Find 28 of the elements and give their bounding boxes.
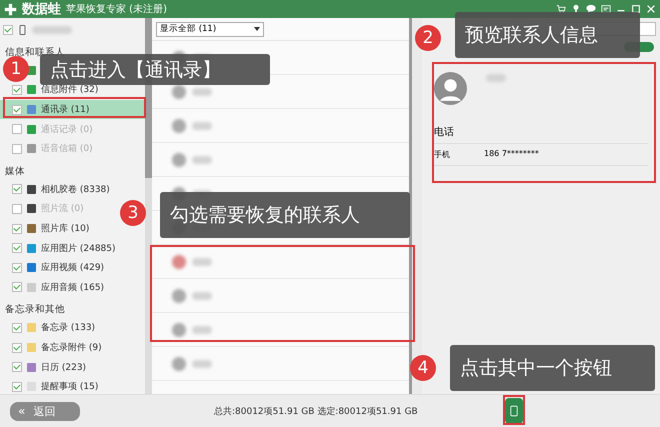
instruction-tooltip: 点击进入【通讯录】 [40,54,270,85]
app-logo-text: 数据蛙 [22,1,61,18]
instruction-tooltip: 勾选需要恢复的联系人 [160,192,410,238]
item-label: 通话记录 (0) [41,124,93,136]
item-label: 通讯录 (11) [41,104,90,116]
status-text: 总共:80012项51.91 GB 选定:80012项51.91 GB [214,406,418,418]
item-label: 备忘录 (133) [41,321,96,334]
step-number-tooltip: 2 [415,25,441,51]
window-title: 苹果恢复专家 (未注册) [66,2,167,16]
item-label: 应用图片 (24885) [41,242,116,255]
instruction-tooltip: 预览联系人信息 [455,12,640,58]
item-label: 应用音频 (165) [41,282,104,294]
item-label: 应用视频 (429) [41,262,104,274]
section-title: 电话 [434,125,648,144]
step-number-tooltip: 4 [410,355,436,381]
item-label: 提醒事项 (15) [41,380,98,394]
field-value: 186 7******** [484,149,539,160]
item-label: 相机胶卷 (8338) [41,184,110,196]
section-title: 备忘录和其他 [4,303,66,318]
item-label: 照片库 (10) [41,222,90,236]
instruction-tooltip: 点击其中一个按钮 [450,345,655,391]
item-label: 备忘录附件 (9) [41,341,102,354]
item-label: 照片流 (0) [41,202,84,216]
item-label: 信息附件 (32) [41,84,98,96]
field-label: 手机 [434,149,451,160]
section-title: 媒体 [4,164,26,179]
item-label: 语音信箱 (0) [41,142,93,156]
item-label: 日历 (223) [41,362,86,374]
